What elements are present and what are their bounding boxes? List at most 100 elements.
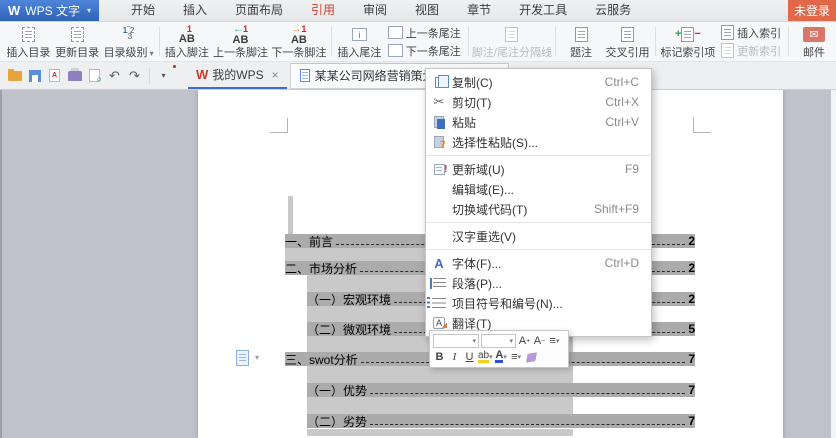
wps-logo-button[interactable]: W WPS 文字 ▾ — [0, 0, 99, 21]
font-color-button[interactable]: A▾ — [495, 351, 508, 363]
update-field-icon — [426, 164, 452, 175]
index-group: 插入索引 更新索引 — [717, 22, 785, 61]
menu-item-bullets-numbering[interactable]: 项目符号和编号(N)... — [426, 293, 651, 313]
highlight-color-button[interactable]: ab▾ — [478, 351, 493, 363]
open-file-icon[interactable] — [5, 67, 24, 85]
bold-button[interactable]: B — [433, 351, 446, 363]
italic-button[interactable]: I — [448, 351, 461, 363]
selection-highlight — [307, 366, 573, 383]
menu-item-edit-field[interactable]: 编辑域(E)... — [426, 179, 651, 199]
export-pdf-icon[interactable]: A — [45, 67, 64, 85]
previous-endnote-icon — [388, 26, 403, 39]
insert-footnote-icon: 1AB — [179, 25, 195, 43]
toc-level-icon: 1‾2 ‾3 — [123, 25, 135, 43]
menu-item-toggle-field-codes[interactable]: 切换域代码(T) Shift+F9 — [426, 199, 651, 219]
tab-my-wps[interactable]: W 我的WPS × — [188, 62, 287, 89]
menu-item-update-field[interactable]: 更新域(U) F9 — [426, 159, 651, 179]
decrease-font-button[interactable]: A− — [533, 335, 546, 347]
selection-highlight — [307, 397, 573, 414]
font-name-dropdown[interactable]: ▾ — [433, 334, 479, 348]
previous-footnote-button[interactable]: ←1AB 上一条脚注 — [211, 22, 269, 61]
menu-tab-review[interactable]: 审阅 — [349, 0, 401, 21]
print-preview-icon[interactable] — [85, 67, 104, 85]
menu-tab-home[interactable]: 开始 — [117, 0, 169, 21]
next-footnote-button[interactable]: →1AB 下一条脚注 — [270, 22, 328, 61]
menu-item-paste-special[interactable]: 选择性粘贴(S)... — [426, 132, 651, 152]
next-endnote-button[interactable]: 下一条尾注 — [388, 43, 461, 59]
quickbar-separator — [149, 68, 150, 84]
update-toc-icon — [71, 25, 84, 43]
menu-item-font[interactable]: A 字体(F)... Ctrl+D — [426, 253, 651, 273]
ribbon-separator — [331, 27, 332, 56]
login-button[interactable]: 未登录 — [788, 0, 836, 21]
menu-item-paragraph[interactable]: 段落(P)... — [426, 273, 651, 293]
chevron-down-icon[interactable]: ▾ — [255, 353, 259, 362]
dotted-leader — [370, 386, 685, 394]
close-icon[interactable]: × — [272, 68, 279, 82]
next-endnote-icon — [388, 44, 403, 57]
margin-crop-mark — [270, 118, 288, 133]
document-icon — [300, 69, 310, 82]
insert-toc-button[interactable]: 插入目录 — [4, 22, 53, 61]
menu-tab-developer[interactable]: 开发工具 — [505, 0, 581, 21]
wps-home-icon: W — [196, 67, 208, 82]
scrollbar[interactable] — [831, 90, 836, 438]
chevron-down-icon: ▾ — [472, 337, 478, 345]
toc-entry[interactable]: （一）优势7 — [307, 383, 695, 397]
menu-item-paste[interactable]: 粘贴 Ctrl+V — [426, 112, 651, 132]
mail-button[interactable]: ✉ 邮件 — [792, 22, 836, 61]
paste-special-icon — [426, 136, 452, 148]
customize-quickbar-icon[interactable]: ▾ — [154, 67, 173, 85]
insert-index-button[interactable]: 插入索引 — [721, 25, 781, 41]
menu-item-copy[interactable]: 复制(C) Ctrl+C — [426, 72, 651, 92]
mark-index-icon: +− — [675, 25, 701, 43]
update-toc-button[interactable]: 更新目录 — [53, 22, 102, 61]
chevron-down-icon: ▾ — [503, 353, 507, 361]
font-size-dropdown[interactable]: ▾ — [481, 334, 516, 348]
cross-reference-button[interactable]: 交叉引用 — [603, 22, 652, 61]
separator-line-icon — [505, 25, 518, 43]
borders-button[interactable]: ≡▾ — [510, 351, 523, 363]
undo-icon[interactable]: ↶ — [105, 67, 124, 85]
ribbon-separator — [555, 27, 556, 56]
menu-tab-cloud[interactable]: 云服务 — [581, 0, 645, 21]
previous-endnote-button[interactable]: 上一条尾注 — [388, 25, 461, 41]
caption-button[interactable]: 题注 — [559, 22, 603, 61]
menu-tab-view[interactable]: 视图 — [401, 0, 453, 21]
insert-endnote-button[interactable]: i 插入尾注 — [335, 22, 384, 61]
ribbon-separator — [788, 27, 789, 56]
chevron-down-icon: ▾ — [518, 353, 522, 361]
toc-level-button[interactable]: 1‾2 ‾3 目录级别▾ — [102, 22, 156, 61]
ribbon-references: 插入目录 更新目录 1‾2 ‾3 目录级别▾ 1AB 插入脚注 ←1AB 上一条… — [0, 22, 836, 62]
mark-index-entry-button[interactable]: +− 标记索引项 — [659, 22, 717, 61]
update-index-button: 更新索引 — [721, 43, 781, 59]
ribbon-separator — [159, 27, 160, 56]
print-icon[interactable] — [65, 67, 84, 85]
insert-index-icon — [721, 25, 734, 40]
menu-tab-insert[interactable]: 插入 — [169, 0, 221, 21]
chevron-down-icon: ▾ — [150, 49, 154, 58]
save-icon[interactable] — [25, 67, 44, 85]
endnote-nav-group: 上一条尾注 下一条尾注 — [384, 22, 465, 61]
insert-footnote-button[interactable]: 1AB 插入脚注 — [162, 22, 211, 61]
increase-font-button[interactable]: A+ — [518, 335, 531, 347]
font-icon: A — [426, 256, 452, 271]
chevron-down-icon: ▾ — [489, 353, 493, 361]
menu-item-hanzi-reselect[interactable]: 汉字重选(V) — [426, 226, 651, 246]
line-spacing-button[interactable]: ≡▾ — [548, 335, 561, 347]
toc-entry[interactable]: （二）劣势7 — [307, 414, 695, 428]
page-navigation-icon[interactable] — [236, 350, 249, 366]
menu-tab-references[interactable]: 引用 — [297, 0, 349, 21]
menu-tab-bar: 开始 插入 页面布局 引用 审阅 视图 章节 开发工具 云服务 — [117, 0, 645, 21]
format-painter-icon[interactable] — [525, 353, 538, 362]
ribbon-separator — [655, 27, 656, 56]
update-index-icon — [721, 43, 734, 58]
menu-tab-section[interactable]: 章节 — [453, 0, 505, 21]
chevron-down-icon: ▾ — [87, 6, 91, 15]
bullets-numbering-icon — [426, 298, 452, 309]
underline-button[interactable]: U — [463, 351, 476, 363]
redo-icon[interactable]: ↷ — [125, 67, 144, 85]
menu-item-cut[interactable]: ✂ 剪切(T) Ctrl+X — [426, 92, 651, 112]
menu-tab-page-layout[interactable]: 页面布局 — [221, 0, 297, 21]
menu-separator — [426, 249, 651, 250]
